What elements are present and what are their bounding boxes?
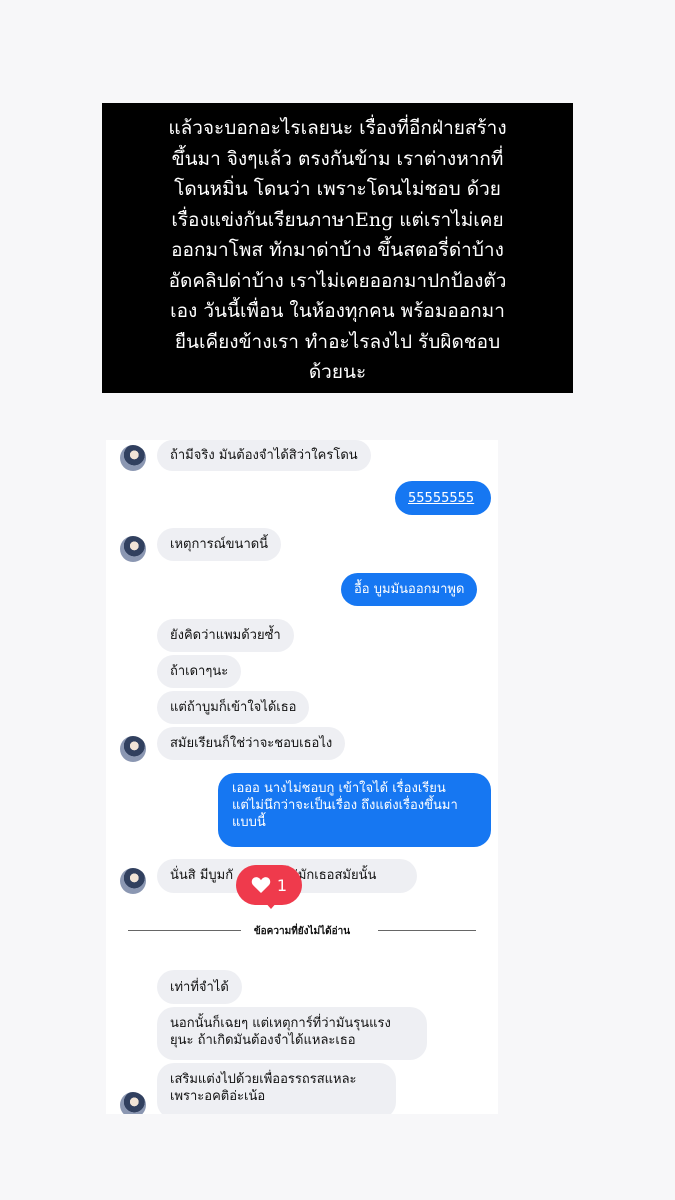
sent-message: เอออ นางไม่ชอบกู เข้าใจได้ เรื่องเรียน แ… xyxy=(218,773,491,847)
caption-line: โดนหมิ่น โดนว่า เพราะโดนไม่ชอบ ด้วย xyxy=(174,178,501,200)
caption-line: แล้วจะบอกอะไรเลยนะ เรื่องที่อีกฝ่ายสร้าง xyxy=(168,117,507,139)
message-line: นอกนั้นก็เฉยๆ แต่เหตุการ์ที่ว่ามันรุนแรง xyxy=(170,1016,391,1031)
sent-message: อื้อ บูมมันออกมาพูด xyxy=(341,573,478,606)
received-message: เท่าที่จำได้ xyxy=(157,970,242,1004)
caption-line: เอง วันนี้เพื่อน ในห้องทุกคน พร้อมออกมา xyxy=(170,300,505,322)
message-line: เพราะอคติอ่ะเน้อ xyxy=(170,1089,266,1104)
received-message: เสริมแต่งไปด้วยเพื่ออรรถรสแหละ เพราะอคติ… xyxy=(157,1063,396,1114)
unread-divider-label: ข้อความที่ยังไม่ได้อ่าน xyxy=(253,926,351,937)
avatar xyxy=(120,868,146,894)
story-caption: แล้วจะบอกอะไรเลยนะ เรื่องที่อีกฝ่ายสร้าง… xyxy=(102,103,573,393)
caption-line: ออกมาโพส ทักมาด่าบ้าง ขึ้นสตอรี่ด่าบ้าง xyxy=(171,239,504,261)
received-message: นอกนั้นก็เฉยๆ แต่เหตุการ์ที่ว่ามันรุนแรง… xyxy=(157,1007,427,1060)
received-message: ยังคิดว่าแพมด้วยซ้ำ xyxy=(157,619,294,652)
caption-line: ขึ้นมา จิงๆแล้ว ตรงกันข้าม เราต่างหากที่ xyxy=(171,147,504,170)
received-message: แต่ถ้าบูมก็เข้าใจได้เธอ xyxy=(157,691,310,724)
reaction-pointer xyxy=(264,901,278,909)
received-message: ถ้ามีจริง มันต้องจำได้สิว่าใครโดน xyxy=(157,440,371,471)
received-message: เหตุการณ์ขนาดนี้ xyxy=(157,528,282,561)
avatar xyxy=(120,445,146,471)
caption-line: ยืนเคียงข้างเรา ทำอะไรลงไป รับผิดชอบ xyxy=(174,330,501,353)
avatar xyxy=(120,1092,146,1114)
reaction-count: 1 xyxy=(276,875,288,895)
received-message: สมัยเรียนก็ใช่ว่าจะชอบเธอไง xyxy=(157,727,346,760)
heart-icon xyxy=(251,877,271,893)
message-line: แบบนี้ xyxy=(232,815,266,830)
message-line: แต่ไม่นึกว่าจะเป็นเรื่อง ถึงแต่งเรื่องขึ… xyxy=(232,798,458,813)
caption-line: เรื่องแข่งกันเรียนภาษาEng แต่เราไม่เคย xyxy=(171,208,504,231)
avatar xyxy=(120,536,146,562)
avatar xyxy=(120,736,146,762)
sent-message-link[interactable]: 55555555 xyxy=(395,481,491,515)
message-line: ยุนะ ถ้าเกิดมันต้องจำได้แหละเธอ xyxy=(170,1033,356,1048)
reaction-badge[interactable]: 1 xyxy=(236,865,302,905)
received-message: ถ้าเดาๆนะ xyxy=(157,655,242,688)
divider-line xyxy=(128,930,241,931)
message-line: เสริมแต่งไปด้วยเพื่ออรรถรสแหละ xyxy=(170,1072,357,1087)
divider-line xyxy=(378,930,476,931)
caption-line: ด้วยนะ xyxy=(308,361,367,383)
message-line: เอออ นางไม่ชอบกู เข้าใจได้ เรื่องเรียน xyxy=(232,781,446,796)
chat-screenshot: ถ้ามีจริง มันต้องจำได้สิว่าใครโดน 555555… xyxy=(106,440,498,1114)
message-text: นั่นสิ มีบูมกั xyxy=(170,868,234,883)
caption-line: อัดคลิปด่าบ้าง เราไม่เคยออกมาปกป้องตัว xyxy=(168,269,507,292)
